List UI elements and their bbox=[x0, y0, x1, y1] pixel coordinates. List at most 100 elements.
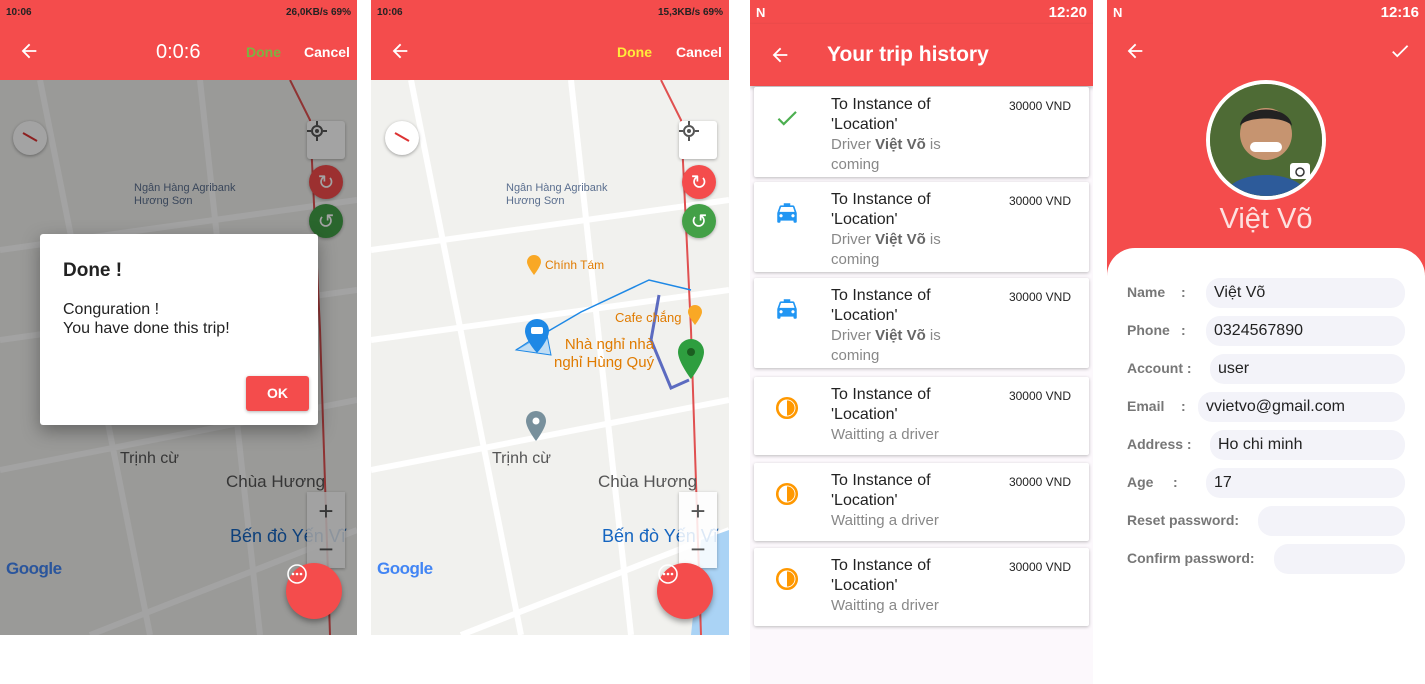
profile-field-input[interactable] bbox=[1258, 506, 1405, 536]
driver-name: Việt Võ bbox=[875, 231, 926, 248]
status-indicators: 15,3KB/s 69% bbox=[657, 6, 723, 18]
trip-card[interactable]: To Instance of 'Location' Driver Việt Võ … bbox=[754, 278, 1089, 368]
cancel-button[interactable]: Cancel bbox=[676, 44, 722, 60]
trip-price: 30000 VND bbox=[1008, 194, 1071, 208]
trip-status-prefix: Driver bbox=[831, 327, 876, 344]
app-bar: Your trip history bbox=[750, 24, 1093, 86]
trip-title: To Instance of 'Location' bbox=[831, 557, 931, 594]
trip-card[interactable]: To Instance of 'Location' Waitting a driv… bbox=[754, 377, 1089, 455]
status-bar: 10:06 15,3KB/s 69% bbox=[371, 0, 729, 24]
profile-field-separator: : bbox=[1181, 398, 1186, 414]
screen-trip-history: N 12:20 Your trip history To Instance of… bbox=[750, 0, 1093, 684]
taxi-icon bbox=[774, 200, 800, 226]
status-indicators: 26,0KB/s 69% bbox=[285, 6, 351, 18]
map-label-bank: Ngân Hàng Agribank Hương Sơn bbox=[506, 182, 608, 207]
back-arrow-icon[interactable] bbox=[389, 40, 411, 67]
more-fab-button[interactable] bbox=[286, 563, 342, 619]
refresh-icon[interactable]: ↺ bbox=[682, 204, 716, 238]
save-check-icon[interactable] bbox=[1388, 40, 1412, 67]
dialog-message-line1: Conguration ! bbox=[63, 301, 160, 318]
profile-form-panel: Name: Việt Võ Phone: 0324567890 Account : use… bbox=[1107, 248, 1425, 684]
waiting-icon bbox=[774, 395, 800, 421]
status-time: 10:06 bbox=[6, 6, 32, 18]
profile-field-input[interactable]: Việt Võ bbox=[1206, 278, 1405, 308]
profile-field-input[interactable]: Ho chi minh bbox=[1210, 430, 1405, 460]
trip-status: Driver Việt Võ is coming bbox=[831, 135, 981, 175]
profile-field-label: Reset password: bbox=[1127, 512, 1240, 528]
zoom-in-button[interactable]: + bbox=[679, 492, 717, 530]
google-logo: Google bbox=[377, 559, 433, 578]
status-time: 12:16 bbox=[1380, 3, 1419, 21]
app-bar: Done Cancel bbox=[371, 24, 729, 80]
trip-status: Waitting a driver bbox=[831, 426, 939, 443]
check-icon bbox=[774, 105, 800, 131]
profile-row: Reset password: bbox=[1127, 506, 1407, 536]
profile-field-label: Phone bbox=[1127, 322, 1170, 338]
trip-price: 30000 VND bbox=[1008, 290, 1071, 304]
profile-field-input[interactable]: 17 bbox=[1206, 468, 1405, 498]
trip-status-prefix: Driver bbox=[831, 231, 876, 248]
profile-field-separator: : bbox=[1173, 474, 1178, 490]
trip-status: Driver Việt Võ is coming bbox=[831, 326, 981, 366]
dialog-ok-button[interactable]: OK bbox=[246, 376, 309, 411]
profile-field-label: Email bbox=[1127, 398, 1165, 414]
dialog-title: Done ! bbox=[63, 260, 123, 281]
done-dialog: Done ! Conguration ! You have done this … bbox=[40, 234, 318, 425]
screen-trip-done-dialog: 10:06 26,0KB/s 69% 0:0:6 Done Cancel Ngâ… bbox=[0, 0, 357, 635]
profile-row: Name: Việt Võ bbox=[1127, 278, 1407, 308]
trip-card[interactable]: To Instance of 'Location' Waitting a driv… bbox=[754, 548, 1089, 626]
more-fab-button[interactable] bbox=[657, 563, 713, 619]
driver-name: Việt Võ bbox=[875, 327, 926, 344]
profile-row: Phone: 0324567890 bbox=[1127, 316, 1407, 346]
status-time: 10:06 bbox=[377, 6, 403, 18]
zoom-controls: + − bbox=[679, 492, 717, 568]
profile-field-separator: : bbox=[1181, 284, 1186, 300]
profile-field-input[interactable] bbox=[1274, 544, 1405, 574]
back-arrow-icon[interactable] bbox=[18, 40, 40, 67]
trip-card[interactable]: To Instance of 'Location' Waitting a driv… bbox=[754, 463, 1089, 541]
profile-field-label: Confirm password: bbox=[1127, 550, 1255, 566]
trip-price: 30000 VND bbox=[1008, 475, 1071, 489]
trip-price: 30000 VND bbox=[1008, 389, 1071, 403]
trip-card[interactable]: To Instance of 'Location' Driver Việt Võ … bbox=[754, 87, 1089, 177]
trip-title: To Instance of 'Location' bbox=[831, 472, 931, 509]
trip-status: Waitting a driver bbox=[831, 597, 939, 614]
profile-field-input[interactable]: vvietvo@gmail.com bbox=[1198, 392, 1405, 422]
done-button[interactable]: Done bbox=[617, 44, 652, 60]
map-view[interactable]: Ngân Hàng Agribank Hương Sơn Chính Tám C… bbox=[371, 80, 729, 635]
redo-icon[interactable]: ↻ bbox=[682, 165, 716, 199]
trip-title: To Instance of 'Location' bbox=[831, 386, 931, 423]
profile-field-input[interactable]: user bbox=[1210, 354, 1405, 384]
back-arrow-icon[interactable] bbox=[1124, 40, 1146, 67]
avatar[interactable] bbox=[1206, 80, 1326, 200]
map-label-chua-huong: Chùa Hương bbox=[598, 472, 698, 491]
waiting-icon bbox=[774, 566, 800, 592]
taxi-icon bbox=[774, 296, 800, 322]
map-label-trinh-cu: Trịnh cừ bbox=[492, 450, 552, 467]
compass-icon[interactable] bbox=[385, 121, 419, 155]
screen-trip-map: 10:06 15,3KB/s 69% Done Cancel Ngân Hàng… bbox=[371, 0, 729, 635]
camera-icon[interactable] bbox=[1290, 163, 1310, 179]
map-label-cafe: Cafe chắng bbox=[615, 310, 682, 325]
done-button[interactable]: Done bbox=[246, 44, 281, 60]
my-location-button[interactable] bbox=[679, 121, 717, 159]
profile-row: Account : user bbox=[1127, 354, 1407, 384]
profile-field-input[interactable]: 0324567890 bbox=[1206, 316, 1405, 346]
back-arrow-icon[interactable] bbox=[769, 44, 791, 71]
cancel-button[interactable]: Cancel bbox=[304, 44, 350, 60]
profile-name: Việt Võ bbox=[1219, 203, 1313, 235]
profile-row: Address : Ho chi minh bbox=[1127, 430, 1407, 460]
map-label-nha-nghi: Nhà nghỉ nhà nghỉ Hùng Quý bbox=[554, 336, 655, 371]
trip-price: 30000 VND bbox=[1008, 99, 1071, 113]
profile-field-label: Age bbox=[1127, 474, 1154, 490]
status-notification-icon: N bbox=[1113, 4, 1123, 20]
profile-field-label: Name bbox=[1127, 284, 1166, 300]
profile-row: Confirm password: bbox=[1127, 544, 1407, 574]
map-label-chinh-tam: Chính Tám bbox=[545, 258, 605, 272]
trip-title: To Instance of 'Location' bbox=[831, 96, 931, 133]
trip-card[interactable]: To Instance of 'Location' Driver Việt Võ … bbox=[754, 182, 1089, 272]
screen-profile: N 12:16 Việt Võ Name: Việt Võ Phone: 032456… bbox=[1107, 0, 1425, 684]
trip-title: To Instance of 'Location' bbox=[831, 287, 931, 324]
trip-status-prefix: Driver bbox=[831, 136, 876, 153]
profile-field-label: Address : bbox=[1127, 436, 1192, 452]
